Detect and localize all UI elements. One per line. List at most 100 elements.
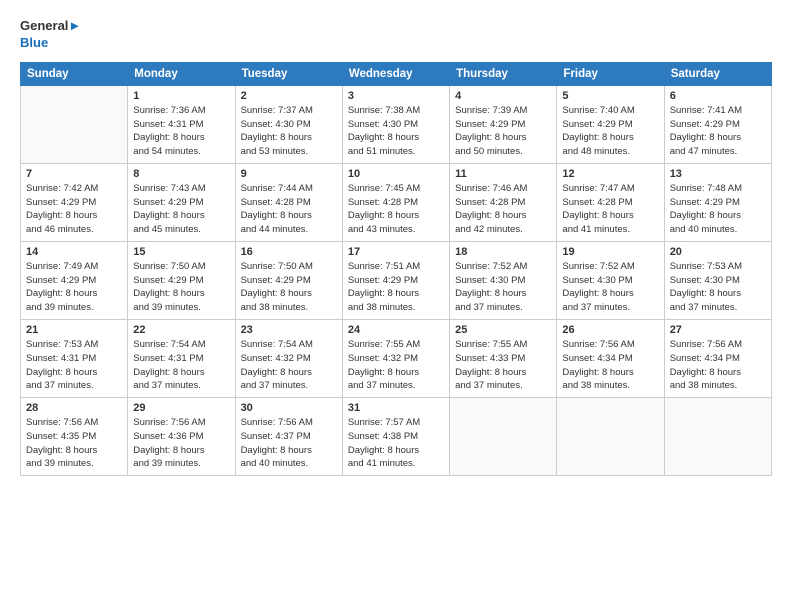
logo-blue: Blue [20,35,48,50]
day-number: 24 [348,324,444,336]
calendar-cell: 28 Sunrise: 7:56 AMSunset: 4:35 PMDayligh… [21,398,128,476]
day-info: Sunrise: 7:55 AMSunset: 4:32 PMDaylight:… [348,338,444,393]
day-number: 4 [455,90,551,102]
day-info: Sunrise: 7:50 AMSunset: 4:29 PMDaylight:… [241,260,337,315]
day-info: Sunrise: 7:41 AMSunset: 4:29 PMDaylight:… [670,104,766,159]
calendar-cell: 4Sunrise: 7:39 AMSunset: 4:29 PMDaylight… [450,85,557,163]
weekday-header-tuesday: Tuesday [235,62,342,85]
day-info: Sunrise: 7:44 AMSunset: 4:28 PMDaylight:… [241,182,337,237]
day-info: Sunrise: 7:46 AMSunset: 4:28 PMDaylight:… [455,182,551,237]
calendar-cell [450,398,557,476]
day-number: 7 [26,168,122,180]
weekday-header-thursday: Thursday [450,62,557,85]
week-row-2: 14 Sunrise: 7:49 AMSunset: 4:29 PMDayligh… [21,241,772,319]
weekday-header-wednesday: Wednesday [342,62,449,85]
day-info: Sunrise: 7:54 AMSunset: 4:32 PMDaylight:… [241,338,337,393]
day-info: Sunrise: 7:43 AMSunset: 4:29 PMDaylight:… [133,182,229,237]
weekday-header-row: SundayMondayTuesdayWednesdayThursdayFrid… [21,62,772,85]
day-info: Sunrise: 7:48 AMSunset: 4:29 PMDaylight:… [670,182,766,237]
day-number: 5 [562,90,658,102]
day-info: Sunrise: 7:53 AMSunset: 4:30 PMDaylight:… [670,260,766,315]
calendar-cell [664,398,771,476]
week-row-1: 7 Sunrise: 7:42 AMSunset: 4:29 PMDaylight… [21,163,772,241]
weekday-header-saturday: Saturday [664,62,771,85]
calendar-cell: 14 Sunrise: 7:49 AMSunset: 4:29 PMDayligh… [21,241,128,319]
day-number: 21 [26,324,122,336]
header: General► Blue [20,18,772,52]
calendar-cell: 13 Sunrise: 7:48 AMSunset: 4:29 PMDayligh… [664,163,771,241]
weekday-header-friday: Friday [557,62,664,85]
weekday-header-monday: Monday [128,62,235,85]
calendar-cell: 12 Sunrise: 7:47 AMSunset: 4:28 PMDayligh… [557,163,664,241]
day-info: Sunrise: 7:56 AMSunset: 4:34 PMDaylight:… [670,338,766,393]
logo: General► Blue [20,18,81,52]
day-info: Sunrise: 7:52 AMSunset: 4:30 PMDaylight:… [455,260,551,315]
calendar-cell: 21 Sunrise: 7:53 AMSunset: 4:31 PMDayligh… [21,319,128,397]
day-number: 25 [455,324,551,336]
day-number: 28 [26,402,122,414]
calendar-cell [557,398,664,476]
calendar-cell: 19 Sunrise: 7:52 AMSunset: 4:30 PMDayligh… [557,241,664,319]
day-number: 27 [670,324,766,336]
calendar-cell: 6 Sunrise: 7:41 AMSunset: 4:29 PMDaylight… [664,85,771,163]
day-info: Sunrise: 7:38 AMSunset: 4:30 PMDaylight:… [348,104,444,159]
day-info: Sunrise: 7:53 AMSunset: 4:31 PMDaylight:… [26,338,122,393]
day-number: 15 [133,246,229,258]
calendar-cell: 15 Sunrise: 7:50 AMSunset: 4:29 PMDayligh… [128,241,235,319]
day-number: 10 [348,168,444,180]
calendar-cell [21,85,128,163]
day-number: 12 [562,168,658,180]
calendar-cell: 17 Sunrise: 7:51 AMSunset: 4:29 PMDayligh… [342,241,449,319]
day-info: Sunrise: 7:55 AMSunset: 4:33 PMDaylight:… [455,338,551,393]
day-number: 2 [241,90,337,102]
day-number: 18 [455,246,551,258]
day-number: 29 [133,402,229,414]
day-number: 9 [241,168,337,180]
calendar-cell: 27 Sunrise: 7:56 AMSunset: 4:34 PMDayligh… [664,319,771,397]
logo-triangle: ► [68,18,81,33]
day-number: 19 [562,246,658,258]
calendar-cell: 29 Sunrise: 7:56 AMSunset: 4:36 PMDayligh… [128,398,235,476]
calendar-cell: 31Sunrise: 7:57 AMSunset: 4:38 PMDayligh… [342,398,449,476]
calendar-cell: 9 Sunrise: 7:44 AMSunset: 4:28 PMDaylight… [235,163,342,241]
calendar-cell: 2 Sunrise: 7:37 AMSunset: 4:30 PMDaylight… [235,85,342,163]
calendar-cell: 24 Sunrise: 7:55 AMSunset: 4:32 PMDayligh… [342,319,449,397]
calendar-cell: 1Sunrise: 7:36 AMSunset: 4:31 PMDaylight… [128,85,235,163]
calendar-cell: 18 Sunrise: 7:52 AMSunset: 4:30 PMDayligh… [450,241,557,319]
day-info: Sunrise: 7:37 AMSunset: 4:30 PMDaylight:… [241,104,337,159]
week-row-3: 21 Sunrise: 7:53 AMSunset: 4:31 PMDayligh… [21,319,772,397]
week-row-4: 28 Sunrise: 7:56 AMSunset: 4:35 PMDayligh… [21,398,772,476]
calendar-cell: 5 Sunrise: 7:40 AMSunset: 4:29 PMDaylight… [557,85,664,163]
calendar-cell: 10Sunrise: 7:45 AMSunset: 4:28 PMDayligh… [342,163,449,241]
logo-general: General [20,18,68,33]
day-info: Sunrise: 7:54 AMSunset: 4:31 PMDaylight:… [133,338,229,393]
day-info: Sunrise: 7:49 AMSunset: 4:29 PMDaylight:… [26,260,122,315]
day-info: Sunrise: 7:47 AMSunset: 4:28 PMDaylight:… [562,182,658,237]
day-info: Sunrise: 7:56 AMSunset: 4:36 PMDaylight:… [133,416,229,471]
calendar-cell: 3 Sunrise: 7:38 AMSunset: 4:30 PMDaylight… [342,85,449,163]
day-info: Sunrise: 7:51 AMSunset: 4:29 PMDaylight:… [348,260,444,315]
day-number: 17 [348,246,444,258]
calendar-cell: 22Sunrise: 7:54 AMSunset: 4:31 PMDayligh… [128,319,235,397]
day-number: 31 [348,402,444,414]
page: General► Blue SundayMondayTuesdayWednesd… [0,0,792,612]
day-number: 6 [670,90,766,102]
day-info: Sunrise: 7:56 AMSunset: 4:34 PMDaylight:… [562,338,658,393]
day-info: Sunrise: 7:50 AMSunset: 4:29 PMDaylight:… [133,260,229,315]
calendar-cell: 25 Sunrise: 7:55 AMSunset: 4:33 PMDayligh… [450,319,557,397]
day-number: 14 [26,246,122,258]
day-number: 3 [348,90,444,102]
day-number: 8 [133,168,229,180]
day-info: Sunrise: 7:56 AMSunset: 4:35 PMDaylight:… [26,416,122,471]
day-info: Sunrise: 7:40 AMSunset: 4:29 PMDaylight:… [562,104,658,159]
day-info: Sunrise: 7:36 AMSunset: 4:31 PMDaylight:… [133,104,229,159]
calendar-table: SundayMondayTuesdayWednesdayThursdayFrid… [20,62,772,476]
day-number: 20 [670,246,766,258]
calendar-cell: 20 Sunrise: 7:53 AMSunset: 4:30 PMDayligh… [664,241,771,319]
day-number: 11 [455,168,551,180]
day-number: 16 [241,246,337,258]
day-info: Sunrise: 7:42 AMSunset: 4:29 PMDaylight:… [26,182,122,237]
week-row-0: 1Sunrise: 7:36 AMSunset: 4:31 PMDaylight… [21,85,772,163]
day-info: Sunrise: 7:52 AMSunset: 4:30 PMDaylight:… [562,260,658,315]
day-number: 13 [670,168,766,180]
